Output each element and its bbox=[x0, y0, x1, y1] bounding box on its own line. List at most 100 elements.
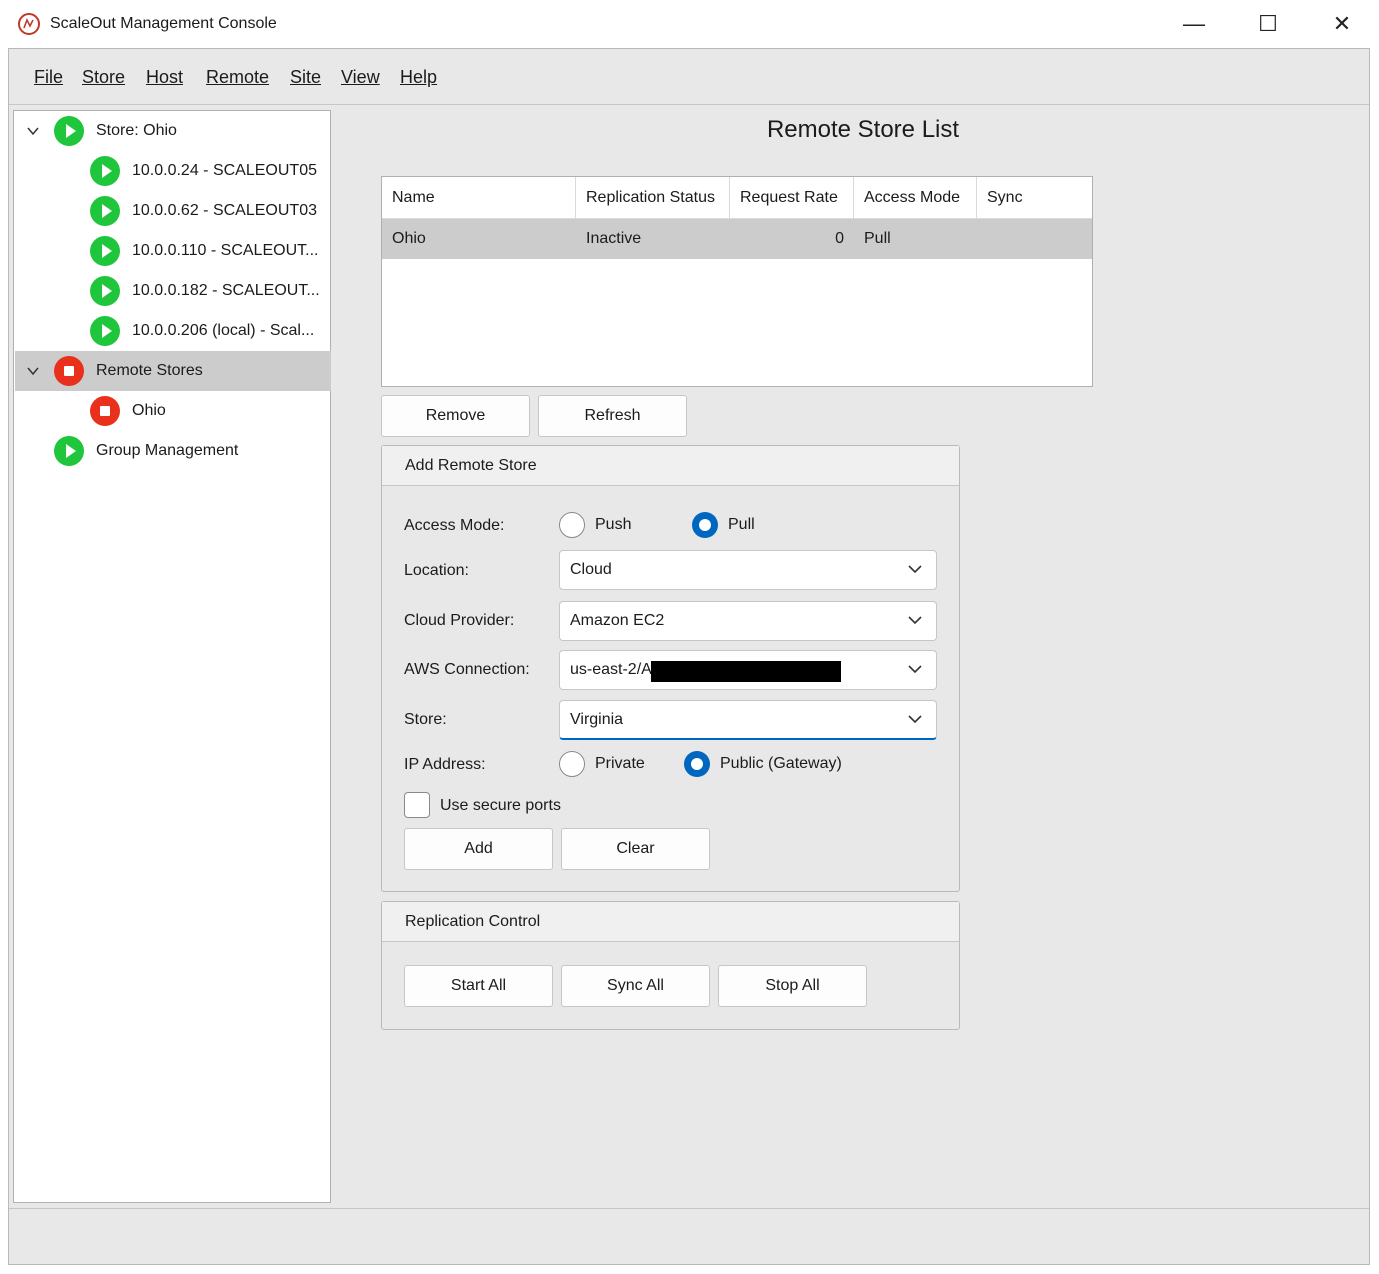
public-gateway-radio-label[interactable]: Public (Gateway) bbox=[720, 755, 842, 773]
running-status-icon bbox=[54, 436, 84, 466]
running-status-icon bbox=[90, 156, 120, 186]
page-title: Remote Store List bbox=[766, 116, 960, 143]
menu-site[interactable]: Site bbox=[290, 67, 321, 88]
private-radio-label[interactable]: Private bbox=[595, 755, 645, 773]
menu-host[interactable]: Host bbox=[146, 67, 183, 88]
cell-sync bbox=[977, 219, 1092, 259]
cell-replication-status: Inactive bbox=[586, 230, 642, 247]
column-header-access-mode[interactable]: Access Mode bbox=[854, 177, 977, 219]
cloud-provider-select[interactable]: Amazon EC2 bbox=[559, 601, 937, 641]
add-remote-store-group: Add Remote Store Access Mode: Push Pull … bbox=[381, 445, 960, 892]
cell-request-rate: 0 bbox=[835, 230, 844, 247]
private-radio[interactable] bbox=[559, 751, 585, 777]
maximize-icon: ☐ bbox=[1258, 11, 1278, 36]
tree-item-remote-ohio[interactable]: Ohio bbox=[15, 391, 331, 431]
aws-connection-label: AWS Connection: bbox=[404, 661, 530, 678]
access-mode-label: Access Mode: bbox=[404, 517, 505, 534]
chevron-down-icon[interactable] bbox=[26, 364, 40, 378]
group-title: Replication Control bbox=[382, 902, 959, 942]
tree-item-host[interactable]: 10.0.0.62 - SCALEOUT03 bbox=[15, 191, 331, 231]
cloud-provider-label: Cloud Provider: bbox=[404, 612, 515, 629]
aws-connection-select[interactable]: us-east-2/A bbox=[559, 650, 937, 690]
navigation-tree: Store: Ohio 10.0.0.24 - SCALEOUT05 10.0.… bbox=[13, 110, 331, 1203]
group-title: Add Remote Store bbox=[382, 446, 959, 486]
running-status-icon bbox=[90, 236, 120, 266]
stopped-status-icon bbox=[90, 396, 120, 426]
tree-item-remote-stores[interactable]: Remote Stores bbox=[15, 351, 331, 391]
minimize-icon: — bbox=[1183, 11, 1205, 36]
sync-all-button[interactable]: Sync All bbox=[561, 965, 710, 1007]
column-header-request-rate[interactable]: Request Rate bbox=[730, 177, 854, 219]
tree-item-label: 10.0.0.182 - SCALEOUT... bbox=[132, 282, 320, 299]
tree-item-host[interactable]: 10.0.0.182 - SCALEOUT... bbox=[15, 271, 331, 311]
replication-control-group: Replication Control Start All Sync All S… bbox=[381, 901, 960, 1030]
pull-radio-label[interactable]: Pull bbox=[728, 516, 755, 534]
menu-help[interactable]: Help bbox=[400, 67, 437, 88]
minimize-button[interactable]: — bbox=[1157, 0, 1231, 48]
window-title: ScaleOut Management Console bbox=[50, 15, 277, 32]
column-header-sync[interactable]: Sync bbox=[977, 177, 1092, 219]
tree-item-group-management[interactable]: Group Management bbox=[15, 431, 331, 471]
chevron-down-icon bbox=[908, 608, 922, 637]
tree-item-store-ohio[interactable]: Store: Ohio bbox=[15, 111, 331, 151]
location-select[interactable]: Cloud bbox=[559, 550, 937, 590]
refresh-button[interactable]: Refresh bbox=[538, 395, 687, 437]
push-radio-label[interactable]: Push bbox=[595, 516, 631, 534]
chevron-down-icon bbox=[908, 707, 922, 736]
tree-item-label: Ohio bbox=[132, 402, 166, 419]
menu-view[interactable]: View bbox=[341, 67, 380, 88]
pull-radio[interactable] bbox=[692, 512, 718, 538]
tree-item-label: Group Management bbox=[96, 442, 239, 459]
tree-item-host[interactable]: 10.0.0.24 - SCALEOUT05 bbox=[15, 151, 331, 191]
remove-button[interactable]: Remove bbox=[381, 395, 530, 437]
column-header-name[interactable]: Name bbox=[382, 177, 576, 219]
secure-ports-label[interactable]: Use secure ports bbox=[440, 797, 561, 815]
ip-address-label: IP Address: bbox=[404, 756, 486, 773]
tree-item-label: 10.0.0.206 (local) - Scal... bbox=[132, 322, 315, 339]
cell-access-mode: Pull bbox=[864, 230, 891, 247]
chevron-down-icon[interactable] bbox=[26, 124, 40, 138]
tree-item-label: 10.0.0.24 - SCALEOUT05 bbox=[132, 162, 317, 179]
close-button[interactable]: ✕ bbox=[1305, 0, 1379, 48]
tree-item-label: Store: Ohio bbox=[96, 122, 177, 139]
running-status-icon bbox=[90, 276, 120, 306]
menu-remote[interactable]: Remote bbox=[206, 67, 269, 88]
table-header: Name Replication Status Request Rate Acc… bbox=[382, 177, 1092, 219]
push-radio[interactable] bbox=[559, 512, 585, 538]
public-gateway-radio[interactable] bbox=[684, 751, 710, 777]
stopped-status-icon bbox=[54, 356, 84, 386]
add-button[interactable]: Add bbox=[404, 828, 553, 870]
close-icon: ✕ bbox=[1332, 11, 1352, 36]
secure-ports-checkbox[interactable] bbox=[404, 792, 430, 818]
table-row[interactable]: Ohio Inactive 0 Pull bbox=[382, 219, 1092, 259]
cell-name: Ohio bbox=[392, 230, 426, 247]
running-status-icon bbox=[54, 116, 84, 146]
running-status-icon bbox=[90, 316, 120, 346]
redaction-block bbox=[651, 661, 841, 682]
store-value: Virginia bbox=[570, 711, 624, 728]
menu-store[interactable]: Store bbox=[82, 67, 125, 88]
remote-store-table: Name Replication Status Request Rate Acc… bbox=[381, 176, 1093, 387]
tree-item-host[interactable]: 10.0.0.206 (local) - Scal... bbox=[15, 311, 331, 351]
store-select[interactable]: Virginia bbox=[559, 700, 937, 740]
store-label: Store: bbox=[404, 711, 447, 728]
chevron-down-icon bbox=[908, 657, 922, 686]
clear-button[interactable]: Clear bbox=[561, 828, 710, 870]
status-bar bbox=[9, 1208, 1369, 1264]
running-status-icon bbox=[90, 196, 120, 226]
location-label: Location: bbox=[404, 562, 469, 579]
column-header-replication-status[interactable]: Replication Status bbox=[576, 177, 730, 219]
stop-all-button[interactable]: Stop All bbox=[718, 965, 867, 1007]
aws-connection-value: us-east-2/A bbox=[570, 661, 652, 678]
location-value: Cloud bbox=[570, 561, 612, 578]
title-bar: ScaleOut Management Console — ☐ ✕ bbox=[0, 0, 1379, 48]
maximize-button[interactable]: ☐ bbox=[1231, 0, 1305, 48]
cloud-provider-value: Amazon EC2 bbox=[570, 612, 665, 629]
tree-item-host[interactable]: 10.0.0.110 - SCALEOUT... bbox=[15, 231, 331, 271]
tree-item-label: 10.0.0.62 - SCALEOUT03 bbox=[132, 202, 317, 219]
chevron-down-icon bbox=[908, 557, 922, 586]
start-all-button[interactable]: Start All bbox=[404, 965, 553, 1007]
app-logo-icon bbox=[18, 13, 40, 35]
menu-file[interactable]: File bbox=[34, 67, 63, 88]
tree-item-label: Remote Stores bbox=[96, 362, 203, 379]
